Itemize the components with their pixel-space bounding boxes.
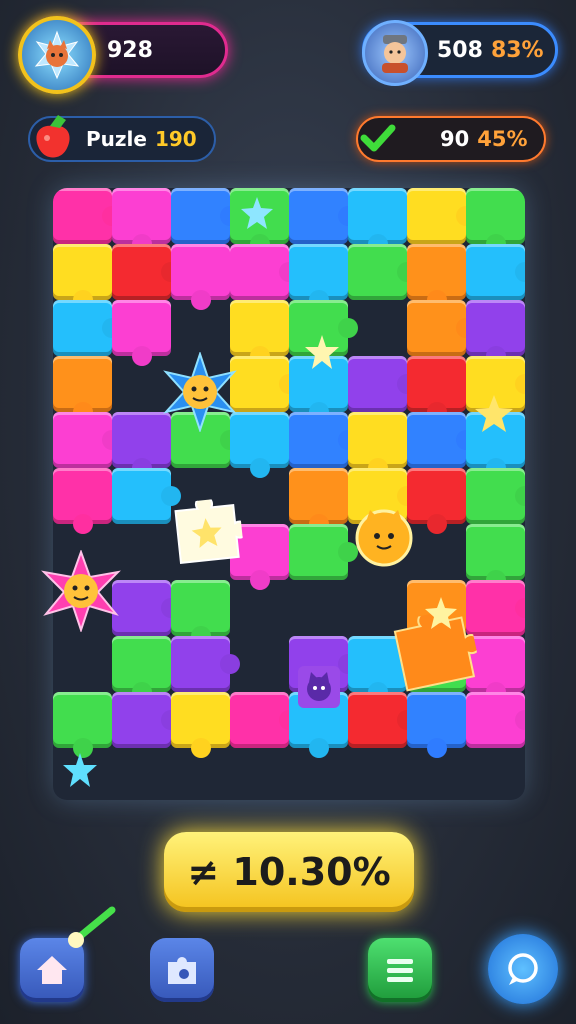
puzzle-number: 190 bbox=[154, 127, 197, 151]
puzzle-knob bbox=[190, 738, 211, 758]
star-icon bbox=[304, 334, 340, 370]
flashlight-icon bbox=[62, 902, 120, 952]
check-percent: 45% bbox=[477, 127, 528, 151]
star-icon bbox=[474, 394, 514, 434]
puzzle-knob bbox=[426, 514, 447, 534]
puzzle-knob bbox=[249, 570, 270, 590]
purple-cat-icon bbox=[296, 664, 342, 710]
puzzle-button[interactable] bbox=[150, 938, 214, 1002]
white-loose-piece[interactable] bbox=[169, 495, 249, 570]
progress-percent-label: ≠ 10.30% bbox=[187, 850, 391, 894]
puzzle-knob bbox=[308, 738, 329, 758]
puzzle-knob bbox=[72, 514, 93, 534]
puzzle-knob bbox=[338, 318, 358, 338]
score-value: 928 bbox=[107, 37, 153, 63]
star-badge-icon[interactable] bbox=[160, 350, 240, 434]
puzzle-knob bbox=[249, 458, 270, 478]
star-icon bbox=[424, 596, 458, 630]
puzzle-knob bbox=[426, 738, 447, 758]
progress-percent-badge: ≠ 10.30% bbox=[164, 832, 414, 912]
star-icon bbox=[240, 196, 274, 230]
chat-icon bbox=[508, 953, 538, 985]
player-percent: 83% bbox=[490, 37, 544, 63]
puzzle-label: Puzle bbox=[86, 127, 147, 151]
check-count: 90 bbox=[440, 127, 470, 151]
list-icon bbox=[387, 959, 413, 982]
star-icon bbox=[62, 752, 98, 788]
puzzle-knob bbox=[131, 346, 152, 366]
pink-star-badge-icon[interactable] bbox=[40, 549, 122, 634]
strawberry-icon bbox=[30, 112, 76, 164]
puzzle-piece-icon bbox=[168, 957, 196, 984]
puzzle-knob bbox=[190, 290, 211, 310]
cat-face-icon bbox=[34, 30, 80, 80]
cat-avatar-icon[interactable] bbox=[18, 16, 96, 94]
player-avatar-icon[interactable] bbox=[362, 20, 428, 86]
list-button[interactable] bbox=[368, 938, 432, 1002]
home-icon bbox=[37, 956, 67, 984]
person-face-icon bbox=[382, 35, 408, 73]
chat-button[interactable] bbox=[488, 934, 558, 1004]
puzzle-knob bbox=[220, 654, 240, 674]
puzzle-board[interactable] bbox=[53, 188, 525, 800]
player-score: 508 bbox=[437, 37, 483, 63]
checkmark-icon bbox=[360, 120, 396, 156]
cat-piece-icon[interactable] bbox=[352, 506, 416, 568]
